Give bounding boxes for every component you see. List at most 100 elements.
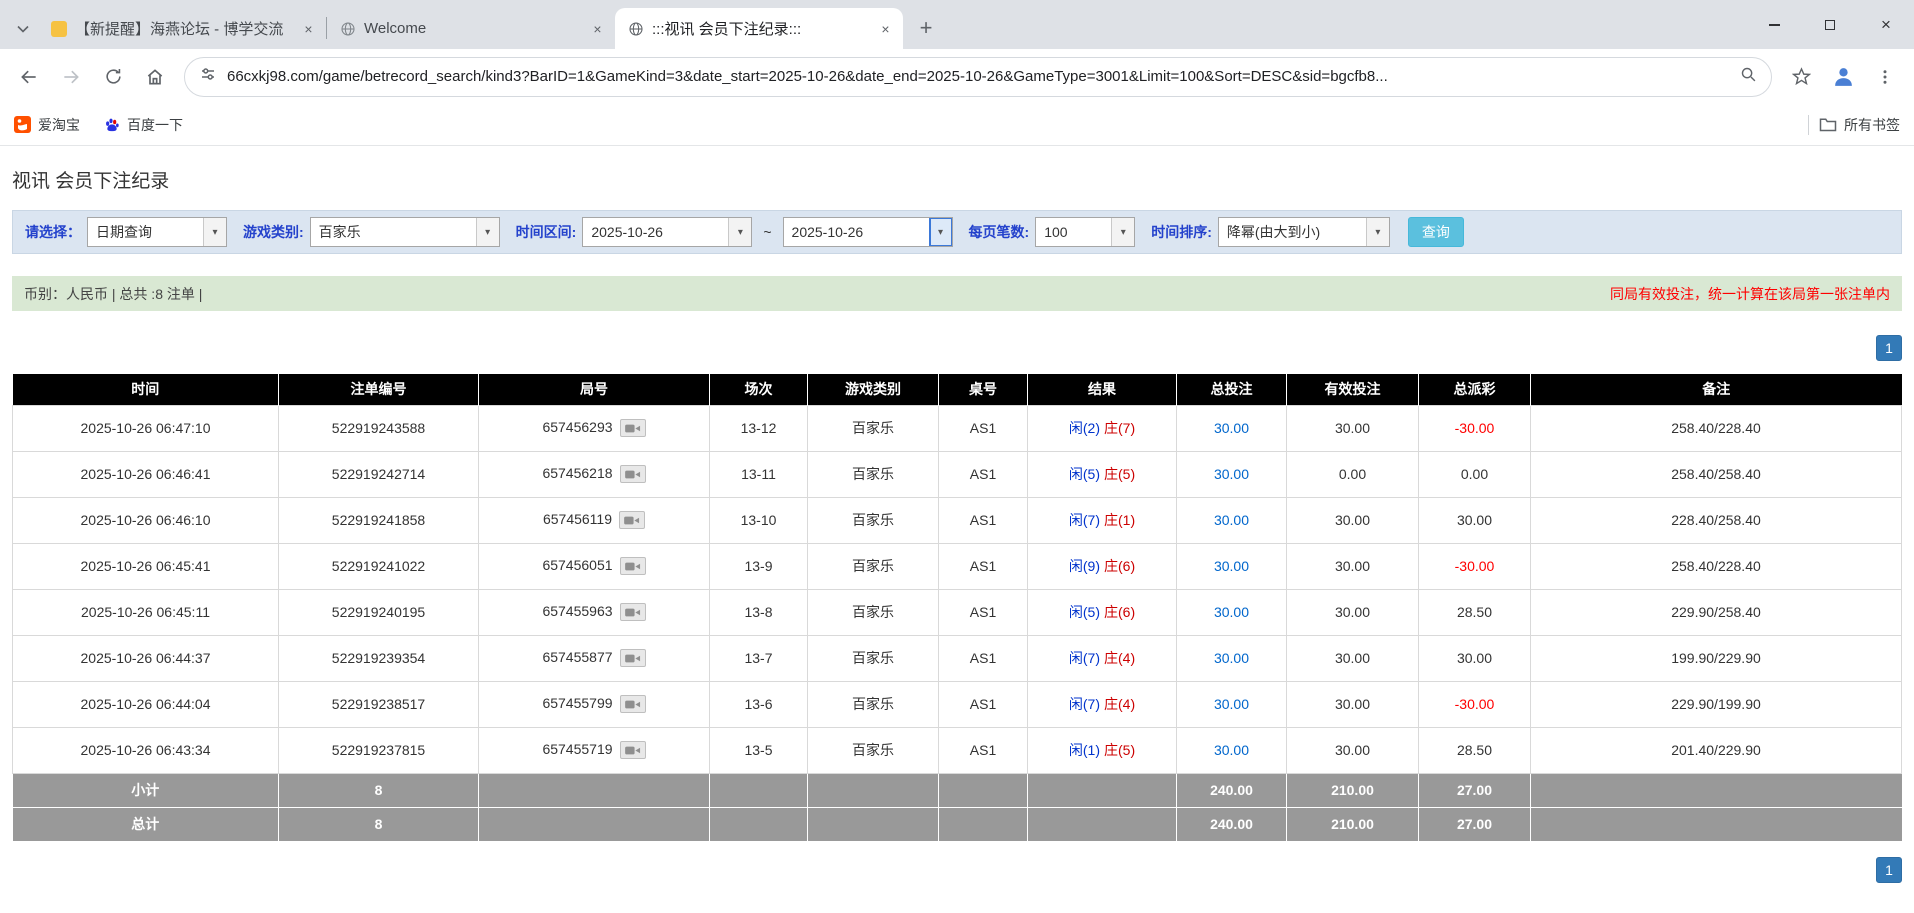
- payout: -30.00: [1419, 681, 1531, 727]
- balance-note: 258.40/228.40: [1531, 405, 1902, 451]
- total-bet-cell: 30.00: [1177, 543, 1287, 589]
- total-bet-link[interactable]: 30.00: [1214, 512, 1249, 528]
- bet-id: 522919238517: [279, 681, 479, 727]
- chevron-down-icon: ▾: [1366, 218, 1389, 246]
- chevron-down-icon: ▾: [476, 218, 499, 246]
- total-bet-cell: 30.00: [1177, 681, 1287, 727]
- round-id: 657455719: [542, 741, 612, 757]
- page-size-select[interactable]: 100 ▾: [1035, 217, 1135, 247]
- table-row: 2025-10-26 06:43:34 522919237815 6574557…: [13, 727, 1902, 773]
- total-bet-link[interactable]: 30.00: [1214, 742, 1249, 758]
- page-size-label: 每页笔数:: [969, 222, 1030, 242]
- table-row: 2025-10-26 06:46:41 522919242714 6574562…: [13, 451, 1902, 497]
- result-cell: 闲(5)庄(6): [1028, 589, 1177, 635]
- search-button[interactable]: 查询: [1408, 217, 1464, 247]
- site-info-icon[interactable]: [199, 65, 217, 88]
- total-count: 8: [279, 807, 479, 841]
- close-window-button[interactable]: ×: [1858, 0, 1914, 49]
- profile-avatar-icon[interactable]: [1824, 58, 1862, 96]
- subtotal-count: 8: [279, 773, 479, 807]
- video-replay-icon[interactable]: [620, 419, 646, 437]
- tab-title: :::视讯 会员下注纪录:::: [652, 18, 868, 39]
- sort-select[interactable]: 降幂(由大到小) ▾: [1218, 217, 1390, 247]
- pagination-page-1[interactable]: 1: [1876, 857, 1902, 883]
- maximize-button[interactable]: [1802, 0, 1858, 49]
- result-cell: 闲(7)庄(4): [1028, 681, 1177, 727]
- video-replay-icon[interactable]: [620, 603, 646, 621]
- table-number: AS1: [939, 405, 1028, 451]
- close-icon[interactable]: ×: [588, 19, 607, 38]
- total-total-bet: 240.00: [1177, 807, 1287, 841]
- balance-note: 229.90/199.90: [1531, 681, 1902, 727]
- bookmark-baidu[interactable]: 百度一下: [104, 115, 183, 135]
- total-bet-link[interactable]: 30.00: [1214, 558, 1249, 574]
- bet-time: 2025-10-26 06:45:41: [13, 543, 279, 589]
- subtotal-total-bet: 240.00: [1177, 773, 1287, 807]
- bookmark-star-icon[interactable]: [1782, 58, 1820, 96]
- back-icon[interactable]: [10, 58, 48, 96]
- subtotal-valid-bet: 210.00: [1287, 773, 1419, 807]
- video-replay-icon[interactable]: [619, 511, 645, 529]
- round-cell: 657455799: [479, 681, 710, 727]
- tab-forum[interactable]: 【新提醒】海燕论坛 - 博学交流 ×: [38, 8, 326, 49]
- col-header-game: 游戏类别: [808, 374, 939, 405]
- col-header-payout: 总派彩: [1419, 374, 1531, 405]
- game-category-select[interactable]: 百家乐 ▾: [310, 217, 500, 247]
- home-icon[interactable]: [136, 58, 174, 96]
- minimize-button[interactable]: [1746, 0, 1802, 49]
- total-bet-link[interactable]: 30.00: [1214, 696, 1249, 712]
- bet-time: 2025-10-26 06:44:04: [13, 681, 279, 727]
- session-number: 13-12: [710, 405, 808, 451]
- result-banker: 庄(6): [1104, 558, 1135, 574]
- bookmark-taobao[interactable]: 爱淘宝: [14, 115, 80, 135]
- total-label: 总计: [13, 807, 279, 841]
- table-number: AS1: [939, 681, 1028, 727]
- close-icon[interactable]: ×: [299, 19, 318, 38]
- chevron-down-icon[interactable]: [8, 8, 38, 49]
- table-row: 2025-10-26 06:44:04 522919238517 6574557…: [13, 681, 1902, 727]
- round-id: 657455799: [542, 695, 612, 711]
- all-bookmarks-button[interactable]: 所有书签: [1819, 115, 1900, 135]
- video-replay-icon[interactable]: [620, 557, 646, 575]
- folder-icon: [1819, 117, 1837, 132]
- date-start-select[interactable]: 2025-10-26 ▾: [582, 217, 752, 247]
- video-replay-icon[interactable]: [620, 465, 646, 483]
- payout: 30.00: [1419, 635, 1531, 681]
- total-bet-link[interactable]: 30.00: [1214, 650, 1249, 666]
- session-number: 13-9: [710, 543, 808, 589]
- result-cell: 闲(7)庄(4): [1028, 635, 1177, 681]
- result-player: 闲(1): [1069, 742, 1100, 758]
- tab-welcome[interactable]: Welcome ×: [327, 8, 615, 49]
- round-cell: 657456218: [479, 451, 710, 497]
- payout: 0.00: [1419, 451, 1531, 497]
- round-id: 657456293: [542, 419, 612, 435]
- new-tab-button[interactable]: +: [911, 13, 941, 43]
- session-number: 13-6: [710, 681, 808, 727]
- query-type-select[interactable]: 日期查询 ▾: [87, 217, 227, 247]
- window-controls: ×: [1746, 0, 1914, 49]
- close-icon[interactable]: ×: [876, 19, 895, 38]
- balance-note: 258.40/258.40: [1531, 451, 1902, 497]
- pagination-page-1[interactable]: 1: [1876, 335, 1902, 361]
- bet-records-table: 时间 注单编号 局号 场次 游戏类别 桌号 结果 总投注 有效投注 总派彩 备注…: [12, 374, 1902, 841]
- col-header-result: 结果: [1028, 374, 1177, 405]
- total-bet-link[interactable]: 30.00: [1214, 604, 1249, 620]
- reload-icon[interactable]: [94, 58, 132, 96]
- zoom-icon[interactable]: [1740, 66, 1757, 88]
- result-player: 闲(7): [1069, 696, 1100, 712]
- menu-icon[interactable]: [1866, 58, 1904, 96]
- forward-icon[interactable]: [52, 58, 90, 96]
- baidu-icon: [104, 117, 120, 133]
- table-number: AS1: [939, 451, 1028, 497]
- total-bet-link[interactable]: 30.00: [1214, 420, 1249, 436]
- tab-bet-records-active[interactable]: :::视讯 会员下注纪录::: ×: [615, 8, 903, 49]
- video-replay-icon[interactable]: [620, 741, 646, 759]
- table-row: 2025-10-26 06:45:41 522919241022 6574560…: [13, 543, 1902, 589]
- total-bet-link[interactable]: 30.00: [1214, 466, 1249, 482]
- video-replay-icon[interactable]: [620, 649, 646, 667]
- total-bet-cell: 30.00: [1177, 727, 1287, 773]
- url-bar[interactable]: 66cxkj98.com/game/betrecord_search/kind3…: [184, 57, 1772, 97]
- date-end-select[interactable]: 2025-10-26 ▾: [783, 217, 953, 247]
- video-replay-icon[interactable]: [620, 695, 646, 713]
- date-separator: ~: [763, 224, 771, 240]
